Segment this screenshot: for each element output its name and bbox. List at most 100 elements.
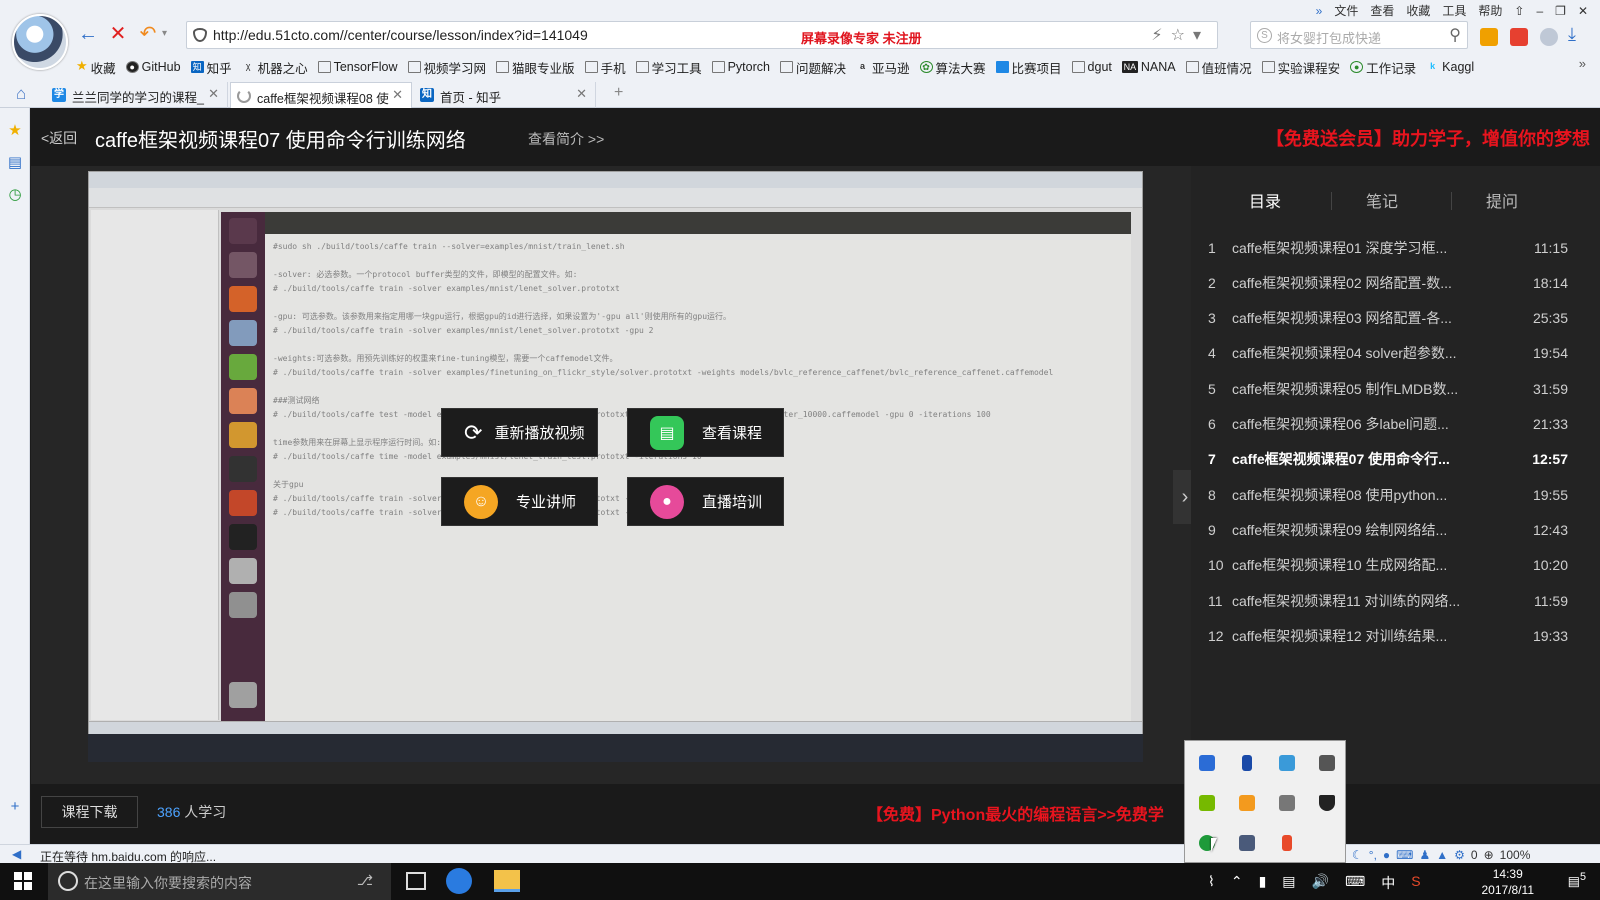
lesson-item[interactable]: 10 caffe框架视频课程10 生成网络配... 10:20	[1208, 548, 1568, 583]
bookmark-dgut[interactable]: dgut	[1071, 60, 1112, 74]
extension-icon[interactable]	[1480, 28, 1498, 46]
tray-defender-icon[interactable]	[1187, 743, 1227, 783]
download-icon[interactable]: ⤓	[1568, 24, 1576, 45]
tab-close-icon[interactable]: ✕	[208, 86, 219, 102]
sogou-browser-taskbar-icon[interactable]	[446, 868, 472, 894]
menu-view[interactable]: 查看	[1370, 2, 1394, 19]
bookmark-github[interactable]: ● GitHub	[125, 60, 181, 74]
tray-orange-app-icon[interactable]	[1227, 783, 1267, 823]
shirt-icon[interactable]: ▲	[1436, 848, 1448, 862]
close-window-icon[interactable]: ✕	[1578, 4, 1588, 18]
bookmark-maoyan[interactable]: 猫眼专业版	[496, 58, 575, 77]
reading-list-icon[interactable]: ▤	[6, 154, 24, 172]
keyboard-tray-icon[interactable]: ⌨	[1345, 873, 1365, 893]
bookmark-competition[interactable]: 比赛项目	[995, 58, 1062, 77]
add-icon[interactable]: +	[6, 798, 24, 816]
search-box[interactable]: S 将女婴打包成快递 ⚲	[1250, 21, 1468, 49]
volume-icon[interactable]: 🔊	[1312, 873, 1329, 893]
history-clock-icon[interactable]: ◷	[6, 186, 24, 204]
view-course-button[interactable]: ▤ 查看课程	[627, 408, 784, 457]
lesson-item[interactable]: 9 caffe框架视频课程09 绘制网络结... 12:43	[1208, 512, 1568, 547]
promo-banner[interactable]: 【免费送会员】助力学子，增值你的梦想	[1266, 125, 1590, 151]
menu-tools[interactable]: 工具	[1442, 2, 1466, 19]
search-engine-icon[interactable]: S	[1257, 28, 1272, 43]
battery-icon[interactable]: ▮	[1259, 873, 1267, 893]
tray-network-app-icon[interactable]	[1267, 743, 1307, 783]
tab-close-icon[interactable]: ✕	[576, 86, 587, 102]
bookmarks-more-icon[interactable]: »	[1579, 56, 1586, 71]
bookmark-video-learning[interactable]: 视频学习网	[407, 58, 486, 77]
bookmark-pytorch[interactable]: Pytorch	[711, 60, 770, 74]
restore-icon[interactable]: ❐	[1555, 4, 1566, 18]
tray-expand-icon[interactable]: ⌃	[1231, 873, 1243, 893]
punctuation-icon[interactable]: °,	[1369, 848, 1377, 862]
tray-speaker-icon[interactable]	[1267, 823, 1307, 863]
tray-shield-icon[interactable]	[1307, 783, 1347, 823]
lesson-item[interactable]: 7 caffe框架视频课程07 使用命令行... 12:57	[1208, 442, 1568, 477]
bookmark-phone[interactable]: 手机	[584, 58, 626, 77]
download-button[interactable]: 课程下载	[41, 796, 138, 828]
tab-close-icon[interactable]: ✕	[392, 87, 403, 103]
lesson-item[interactable]: 6 caffe框架视频课程06 多label问题... 21:33	[1208, 407, 1568, 442]
lesson-item[interactable]: 1 caffe框架视频课程01 深度学习框... 11:15	[1208, 230, 1568, 265]
wifi-icon[interactable]: ⌇	[1208, 873, 1215, 893]
bookmark-problem-solving[interactable]: 问题解决	[779, 58, 846, 77]
keyboard-icon[interactable]: ⌨	[1396, 848, 1413, 862]
ime-indicator[interactable]: 中	[1381, 873, 1395, 893]
view-intro-link[interactable]: 查看简介 >>	[528, 129, 604, 149]
user-avatar[interactable]	[12, 14, 68, 70]
menu-favorites[interactable]: 收藏	[1406, 2, 1430, 19]
back-link[interactable]: <返回	[41, 128, 77, 148]
tab-caffe-course[interactable]: caffe框架视频课程08 使 ✕	[230, 82, 412, 108]
python-promo-link[interactable]: 【免费】Python最火的编程语言>>免费学	[867, 801, 1164, 825]
menu-help[interactable]: 帮助	[1478, 2, 1502, 19]
menu-expand-icon[interactable]: »	[1316, 4, 1323, 18]
windows-start-icon[interactable]	[14, 872, 32, 890]
tray-display-icon[interactable]	[1227, 823, 1267, 863]
user-icon[interactable]: ♟	[1420, 848, 1431, 862]
bookmark-kaggle[interactable]: k Kaggl	[1426, 60, 1474, 74]
video-player[interactable]: #sudo sh ./build/tools/caffe train --sol…	[31, 166, 1191, 784]
lesson-item[interactable]: 3 caffe框架视频课程03 网络配置-各... 25:35	[1208, 301, 1568, 336]
taskbar-search[interactable]: 在这里输入你要搜索的内容 ⎇	[48, 863, 391, 900]
bookmark-learning-tools[interactable]: 学习工具	[635, 58, 702, 77]
tray-nvidia-icon[interactable]	[1187, 783, 1227, 823]
tab-catalog[interactable]: 目录	[1205, 188, 1325, 212]
bookmark-lab-schedule[interactable]: 实验课程安	[1261, 58, 1340, 77]
lesson-item[interactable]: 5 caffe框架视频课程05 制作LMDB数... 31:59	[1208, 371, 1568, 406]
moon-icon[interactable]: ☾	[1352, 848, 1363, 862]
addon-icon[interactable]	[1510, 28, 1528, 46]
menu-file[interactable]: 文件	[1334, 2, 1358, 19]
wrench-icon[interactable]: ⚙	[1454, 848, 1465, 862]
bookmark-jiqizhixin[interactable]: χ 机器之心	[242, 58, 308, 77]
search-icon[interactable]: ⚲	[1449, 25, 1461, 45]
lesson-item[interactable]: 11 caffe框架视频课程11 对训练的网络... 11:59	[1208, 583, 1568, 618]
file-explorer-icon[interactable]	[494, 870, 520, 892]
bookmark-favorites[interactable]: ★ 收藏	[76, 58, 116, 77]
tray-bluetooth-icon[interactable]	[1227, 743, 1267, 783]
network-icon[interactable]: ▤	[1282, 873, 1295, 893]
minimize-icon[interactable]: –	[1536, 4, 1543, 18]
live-training-button[interactable]: ● 直播培训	[627, 477, 784, 526]
url-text[interactable]: http://edu.51cto.com//center/course/less…	[213, 27, 588, 43]
replay-button[interactable]: ⟳ 重新播放视频	[441, 408, 598, 457]
tab-zhihu[interactable]: 知 首页 - 知乎 ✕	[414, 82, 596, 108]
teacher-button[interactable]: ☺ 专业讲师	[441, 477, 598, 526]
lesson-item[interactable]: 2 caffe框架视频课程02 网络配置-数... 18:14	[1208, 265, 1568, 300]
chat-icon[interactable]	[1540, 28, 1558, 46]
favorites-star-icon[interactable]: ★	[6, 122, 24, 140]
address-bar[interactable]: http://edu.51cto.com//center/course/less…	[186, 21, 1218, 49]
lesson-item[interactable]: 12 caffe框架视频课程12 对训练结果... 19:33	[1208, 618, 1568, 653]
back-arrow-icon[interactable]: ←	[76, 22, 100, 46]
undo-icon[interactable]: ↶	[136, 22, 160, 46]
bookmark-work-log[interactable]: ● 工作记录	[1350, 58, 1416, 77]
mic-icon[interactable]: ●	[1383, 848, 1390, 862]
taskbar-clock[interactable]: 14:39 2017/8/11	[1482, 866, 1535, 898]
sogou-tray-icon[interactable]: S	[1411, 873, 1420, 893]
home-icon[interactable]: ⌂	[16, 84, 26, 104]
bookmark-tensorflow[interactable]: TensorFlow	[317, 60, 398, 74]
bookmark-nana[interactable]: NA NANA	[1121, 60, 1176, 74]
tab-my-courses[interactable]: 学 兰兰同学的学习的课程_ ✕	[46, 82, 228, 108]
skin-icon[interactable]: ⇧	[1514, 4, 1524, 18]
tray-monitor-icon[interactable]	[1267, 783, 1307, 823]
